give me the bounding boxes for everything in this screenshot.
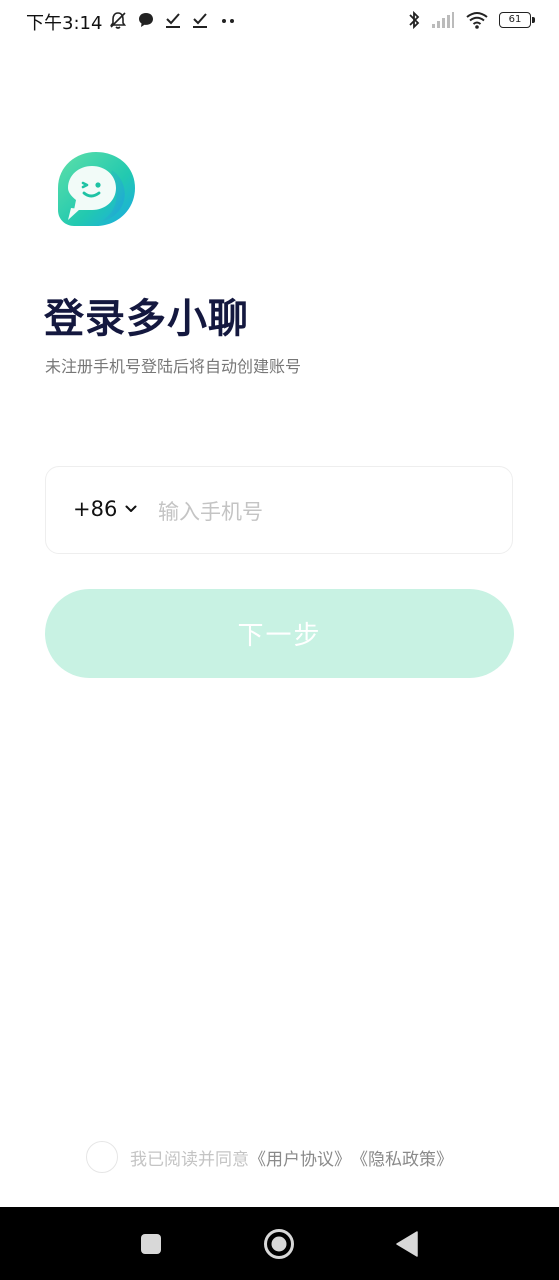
- country-code-selector[interactable]: +86: [73, 497, 137, 521]
- mute-bell-icon: [109, 12, 127, 29]
- country-code-label: +86: [73, 497, 118, 521]
- agreement-row: 我已阅读并同意 《用户协议》 《隐私政策》: [86, 1141, 453, 1173]
- recents-square-icon[interactable]: [134, 1227, 168, 1261]
- app-logo: [52, 148, 138, 234]
- next-step-button[interactable]: 下一步: [45, 589, 514, 678]
- notification-icons: [108, 10, 238, 30]
- check-icon: [193, 13, 207, 28]
- page-title: 登录多小聊: [44, 296, 249, 342]
- agreement-prefix: 我已阅读并同意: [130, 1149, 249, 1170]
- phone-number-input[interactable]: [156, 489, 480, 535]
- user-agreement-link[interactable]: 《用户协议》: [249, 1145, 351, 1170]
- login-screen: 下午3:14 61 登录多小聊 未注册手机号登陆后将自动创建账号 +86 输入手…: [0, 0, 559, 1280]
- more-dots-icon: [222, 19, 234, 23]
- home-circle-icon[interactable]: [262, 1227, 296, 1261]
- status-time: 下午3:14: [26, 13, 103, 34]
- system-nav-bar: [0, 1207, 559, 1280]
- battery-icon: 61: [499, 12, 535, 28]
- check-icon: [166, 13, 180, 28]
- phone-input-container: +86: [45, 466, 513, 554]
- chevron-down-icon: [125, 505, 137, 512]
- bluetooth-icon: [409, 10, 420, 30]
- back-triangle-icon[interactable]: [390, 1227, 424, 1261]
- status-bar: 下午3:14 61: [0, 0, 559, 42]
- chat-bubble-icon: [139, 13, 153, 27]
- signal-icon: [432, 12, 454, 28]
- agreement-checkbox[interactable]: [86, 1141, 118, 1173]
- privacy-policy-link[interactable]: 《隐私政策》: [351, 1145, 453, 1170]
- wifi-icon: [466, 12, 488, 29]
- system-icons: 61: [407, 10, 535, 30]
- page-subtitle: 未注册手机号登陆后将自动创建账号: [45, 357, 302, 376]
